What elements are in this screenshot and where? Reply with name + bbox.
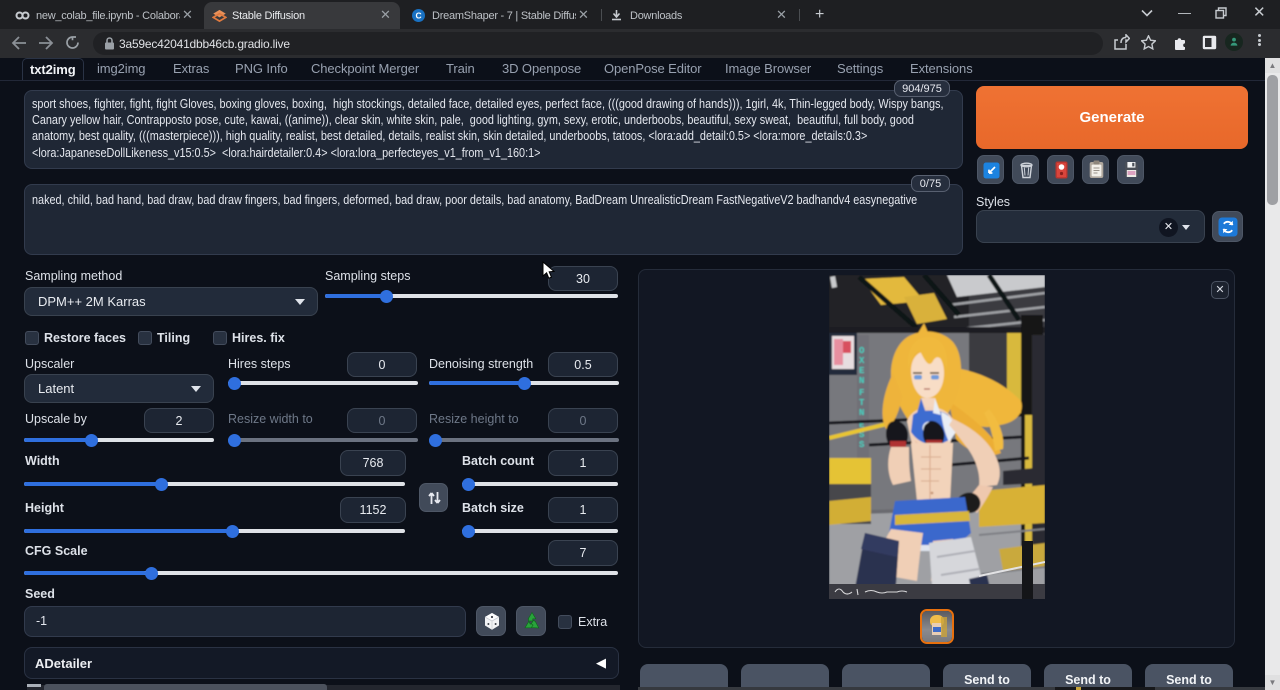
svg-text:F: F — [859, 388, 864, 398]
svg-text:E: E — [859, 366, 865, 376]
svg-text:O: O — [859, 346, 865, 356]
svg-text:X: X — [859, 356, 865, 366]
svg-text:N: N — [859, 376, 864, 386]
svg-text:T: T — [859, 398, 865, 408]
svg-text:S: S — [859, 440, 865, 450]
svg-text:C: C — [416, 11, 422, 21]
svg-text:N: N — [859, 408, 864, 418]
